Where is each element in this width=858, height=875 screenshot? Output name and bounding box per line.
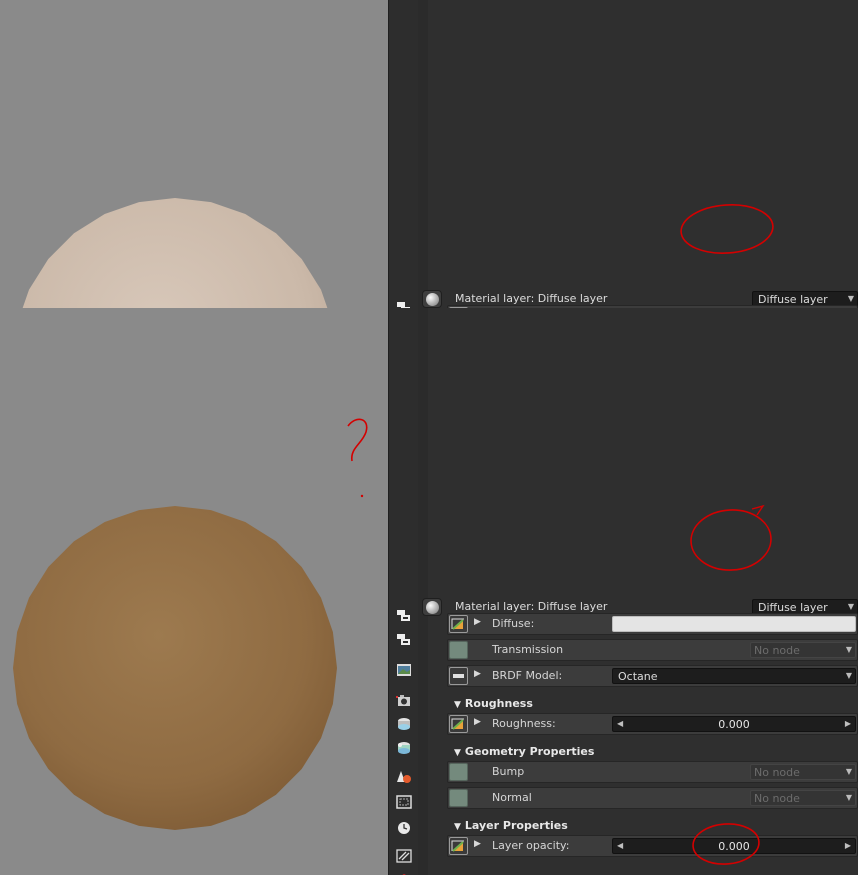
texture-icon[interactable] xyxy=(395,740,413,756)
roughness-value: 0.000 xyxy=(718,718,750,731)
render-region-icon[interactable] xyxy=(395,794,413,810)
section-title: Roughness xyxy=(464,697,533,710)
node-pin-swatch[interactable] xyxy=(449,641,468,659)
bump-row[interactable]: Bump No node ▼ xyxy=(447,761,858,783)
texture-type-icon[interactable] xyxy=(449,837,468,855)
material-ball-icon[interactable] xyxy=(422,290,442,308)
decrease-arrow-icon[interactable]: ◀ xyxy=(617,841,623,850)
diffuse-label: Diffuse: xyxy=(492,617,535,630)
increase-arrow-icon[interactable]: ▶ xyxy=(845,841,851,850)
node-dropdown-value: No node xyxy=(754,792,800,805)
node-dropdown-value: No node xyxy=(754,766,800,779)
decrease-arrow-icon[interactable]: ◀ xyxy=(617,719,623,728)
normal-label: Normal xyxy=(492,791,532,804)
layers-icon[interactable] xyxy=(395,632,413,648)
chevron-down-icon: ▼ xyxy=(847,602,854,611)
roughness-row[interactable]: ▶ Roughness: ◀ 0.000 ▶ xyxy=(447,713,858,735)
node-pin-swatch[interactable] xyxy=(449,763,468,781)
expand-arrow-icon[interactable]: ▶ xyxy=(474,617,481,627)
transmission-label: Transmission xyxy=(492,643,564,656)
emission-icon[interactable] xyxy=(395,769,413,785)
chevron-down-icon: ▼ xyxy=(845,767,852,776)
layers-icon[interactable] xyxy=(395,608,413,624)
brdf-value: Octane xyxy=(618,670,658,683)
node-dropdown[interactable]: No node ▼ xyxy=(750,642,856,658)
chevron-down-icon: ▼ xyxy=(847,294,854,303)
render-viewport[interactable] xyxy=(0,308,388,875)
material-icon[interactable] xyxy=(395,716,413,732)
expand-arrow-icon[interactable]: ▶ xyxy=(474,669,481,679)
sphere xyxy=(13,506,337,830)
node-dropdown[interactable]: No node ▼ xyxy=(750,764,856,780)
chevron-down-icon: ▼ xyxy=(845,645,852,654)
panel-gutter xyxy=(418,308,428,875)
section-title: Layer Properties xyxy=(464,819,568,832)
brdf-icon[interactable] xyxy=(449,667,468,685)
chevron-down-icon: ▼ xyxy=(845,793,852,802)
layer-opacity-label: Layer opacity: xyxy=(492,839,570,852)
node-dropdown[interactable]: No node ▼ xyxy=(750,790,856,806)
brdf-label: BRDF Model: xyxy=(492,669,563,682)
layer-section[interactable]: ▼Layer Properties xyxy=(454,819,568,832)
texture-type-icon[interactable] xyxy=(449,715,468,733)
node-dropdown-value: No node xyxy=(754,644,800,657)
diffuse-color-field[interactable] xyxy=(612,616,856,632)
bump-label: Bump xyxy=(492,765,525,778)
node-inspector-panel: Material layer: Diffuse layerDiffuse lay… xyxy=(422,308,858,875)
screenshot-root: er viewportMaterial layer: Diffuse layer… xyxy=(0,0,858,875)
normal-row[interactable]: Normal No node ▼ xyxy=(447,787,858,809)
settings-icon[interactable] xyxy=(395,848,413,864)
chevron-down-icon: ▼ xyxy=(845,671,852,680)
roughness-label: Roughness: xyxy=(492,717,556,730)
transmission-row[interactable]: Transmission No node ▼ xyxy=(447,639,858,661)
roughness-section[interactable]: ▼Roughness xyxy=(454,697,533,710)
layer-opacity-slider[interactable]: ◀ 0.000 ▶ xyxy=(612,838,856,854)
node-pin-swatch[interactable] xyxy=(449,789,468,807)
diffuse-row[interactable]: ▶ Diffuse: xyxy=(447,613,858,635)
brdf-row[interactable]: ▶ BRDF Model: Octane ▼ xyxy=(447,665,858,687)
section-title: Geometry Properties xyxy=(464,745,595,758)
increase-arrow-icon[interactable]: ▶ xyxy=(845,719,851,728)
sphere-preview xyxy=(13,506,337,830)
material-layer-label: Material layer: Diffuse layer xyxy=(455,600,608,613)
expand-arrow-icon[interactable]: ▶ xyxy=(474,839,481,849)
collapse-arrow-icon: ▼ xyxy=(454,700,461,710)
layer-opacity-value: 0.000 xyxy=(718,840,750,853)
roughness-slider[interactable]: ◀ 0.000 ▶ xyxy=(612,716,856,732)
material-ball-icon[interactable] xyxy=(422,598,442,616)
camera-icon[interactable] xyxy=(395,692,413,708)
material-layer-label: Material layer: Diffuse layer xyxy=(455,292,608,305)
brdf-dropdown[interactable]: Octane ▼ xyxy=(612,668,856,684)
collapse-arrow-icon: ▼ xyxy=(454,748,461,758)
texture-type-icon[interactable] xyxy=(449,615,468,633)
geometry-section[interactable]: ▼Geometry Properties xyxy=(454,745,594,758)
toolbar-strip xyxy=(388,308,418,875)
inspector-band: er viewportMaterial layer: Diffuse layer… xyxy=(0,308,858,875)
collapse-arrow-icon: ▼ xyxy=(454,822,461,832)
clock-icon[interactable] xyxy=(395,820,413,836)
image-icon[interactable] xyxy=(395,662,413,678)
expand-arrow-icon[interactable]: ▶ xyxy=(474,717,481,727)
layer-opacity-row[interactable]: ▶ Layer opacity: ◀ 0.000 ▶ xyxy=(447,835,858,857)
